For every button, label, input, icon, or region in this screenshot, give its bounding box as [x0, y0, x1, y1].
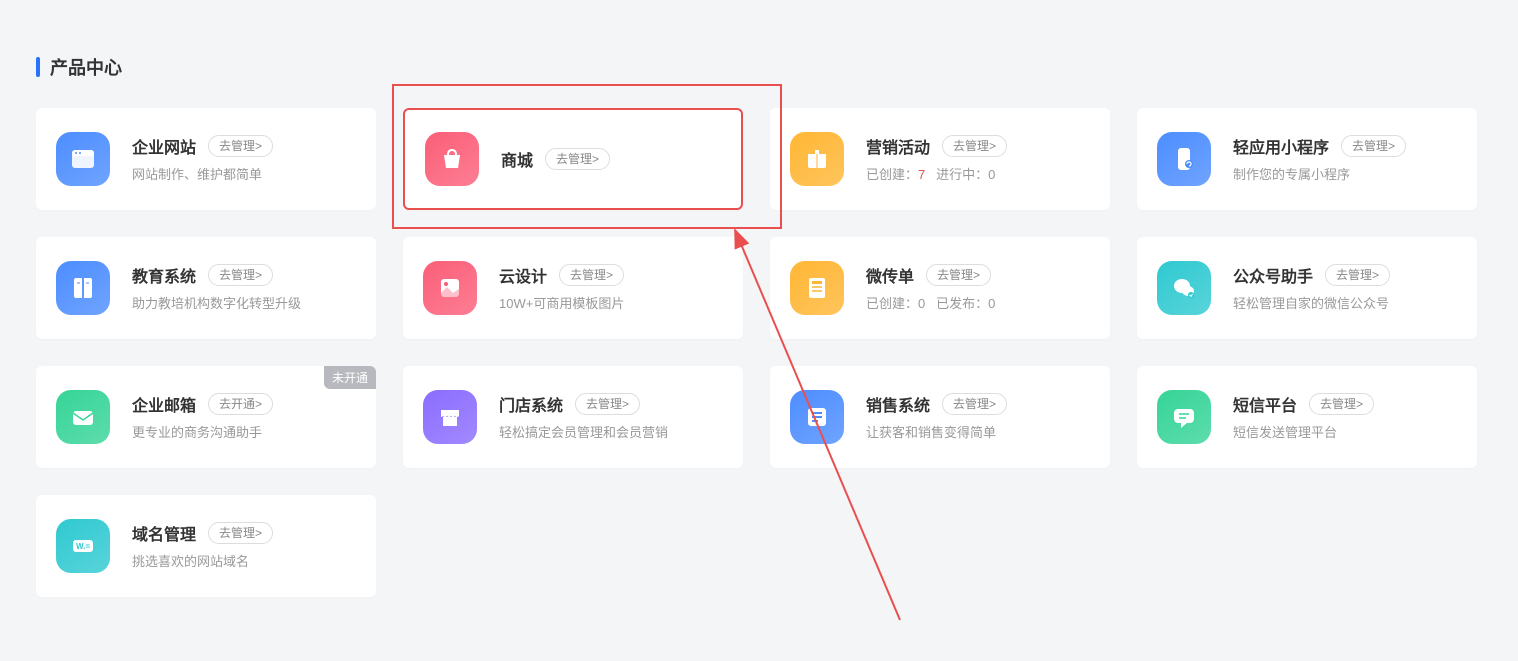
card-desc: 制作您的专属小程序 — [1233, 166, 1455, 184]
card-mall[interactable]: 商城 去管理> — [403, 108, 743, 210]
card-flyer[interactable]: 微传单 去管理> 已创建：0 已发布：0 — [770, 237, 1110, 339]
title-accent-bar — [36, 57, 40, 77]
card-title: 门店系统 — [499, 392, 563, 416]
edu-icon — [56, 261, 110, 315]
open-button[interactable]: 去开通> — [208, 393, 273, 416]
card-title: 企业邮箱 — [132, 392, 196, 416]
card-desc: 轻松管理自家的微信公众号 — [1233, 295, 1455, 313]
card-desc: 让获客和销售变得简单 — [866, 424, 1088, 442]
card-store[interactable]: 门店系统 去管理> 轻松搞定会员管理和会员营销 — [403, 366, 743, 468]
page-title-text: 产品中心 — [50, 54, 122, 80]
manage-button[interactable]: 去管理> — [926, 264, 991, 287]
stat-running: 0 — [988, 167, 995, 182]
card-title: 微传单 — [866, 263, 914, 287]
manage-button[interactable]: 去管理> — [1309, 393, 1374, 416]
card-stats: 已创建：0 已发布：0 — [866, 295, 1088, 313]
card-domain[interactable]: W.= 域名管理 去管理> 挑选喜欢的网站域名 — [36, 495, 376, 597]
domain-icon: W.= — [56, 519, 110, 573]
card-title: 短信平台 — [1233, 392, 1297, 416]
card-title: 营销活动 — [866, 134, 930, 158]
card-mail[interactable]: 未开通 企业邮箱 去开通> 更专业的商务沟通助手 — [36, 366, 376, 468]
mail-icon — [56, 390, 110, 444]
manage-button[interactable]: 去管理> — [942, 135, 1007, 158]
card-edu[interactable]: 教育系统 去管理> 助力教培机构数字化转型升级 — [36, 237, 376, 339]
manage-button[interactable]: 去管理> — [575, 393, 640, 416]
card-website[interactable]: 企业网站 去管理> 网站制作、维护都简单 — [36, 108, 376, 210]
miniapp-icon — [1157, 132, 1211, 186]
mall-icon — [425, 132, 479, 186]
marketing-icon — [790, 132, 844, 186]
svg-text:W.=: W.= — [76, 542, 90, 551]
card-title: 轻应用小程序 — [1233, 134, 1329, 158]
card-desc: 助力教培机构数字化转型升级 — [132, 295, 354, 313]
stat-created: 7 — [918, 167, 925, 182]
manage-button[interactable]: 去管理> — [559, 264, 624, 287]
wxhelper-icon — [1157, 261, 1211, 315]
card-title: 销售系统 — [866, 392, 930, 416]
manage-button[interactable]: 去管理> — [1341, 135, 1406, 158]
stat-published: 0 — [988, 296, 995, 311]
card-sms[interactable]: 短信平台 去管理> 短信发送管理平台 — [1137, 366, 1477, 468]
card-stats: 已创建：7 进行中：0 — [866, 166, 1088, 184]
flyer-icon — [790, 261, 844, 315]
manage-button[interactable]: 去管理> — [208, 135, 273, 158]
sms-icon — [1157, 390, 1211, 444]
manage-button[interactable]: 去管理> — [545, 148, 610, 171]
page-title: 产品中心 — [0, 0, 1518, 80]
card-design[interactable]: 云设计 去管理> 10W+可商用模板图片 — [403, 237, 743, 339]
card-title: 域名管理 — [132, 521, 196, 545]
card-sales[interactable]: 销售系统 去管理> 让获客和销售变得简单 — [770, 366, 1110, 468]
card-desc: 更专业的商务沟通助手 — [132, 424, 354, 442]
card-title: 公众号助手 — [1233, 263, 1313, 287]
not-open-badge: 未开通 — [324, 366, 376, 389]
manage-button[interactable]: 去管理> — [208, 264, 273, 287]
card-desc: 网站制作、维护都简单 — [132, 166, 354, 184]
sales-icon — [790, 390, 844, 444]
product-grid: 企业网站 去管理> 网站制作、维护都简单 商城 去管理> 营销活动 去管理> — [0, 80, 1518, 625]
card-desc: 短信发送管理平台 — [1233, 424, 1455, 442]
card-title: 云设计 — [499, 263, 547, 287]
card-title: 企业网站 — [132, 134, 196, 158]
card-desc: 10W+可商用模板图片 — [499, 295, 721, 313]
card-marketing[interactable]: 营销活动 去管理> 已创建：7 进行中：0 — [770, 108, 1110, 210]
manage-button[interactable]: 去管理> — [208, 522, 273, 545]
card-wxhelper[interactable]: 公众号助手 去管理> 轻松管理自家的微信公众号 — [1137, 237, 1477, 339]
card-title: 教育系统 — [132, 263, 196, 287]
design-icon — [423, 261, 477, 315]
manage-button[interactable]: 去管理> — [1325, 264, 1390, 287]
card-title: 商城 — [501, 147, 533, 171]
website-icon — [56, 132, 110, 186]
card-miniapp[interactable]: 轻应用小程序 去管理> 制作您的专属小程序 — [1137, 108, 1477, 210]
stat-created: 0 — [918, 296, 925, 311]
card-desc: 挑选喜欢的网站域名 — [132, 553, 354, 571]
card-desc: 轻松搞定会员管理和会员营销 — [499, 424, 721, 442]
manage-button[interactable]: 去管理> — [942, 393, 1007, 416]
store-icon — [423, 390, 477, 444]
